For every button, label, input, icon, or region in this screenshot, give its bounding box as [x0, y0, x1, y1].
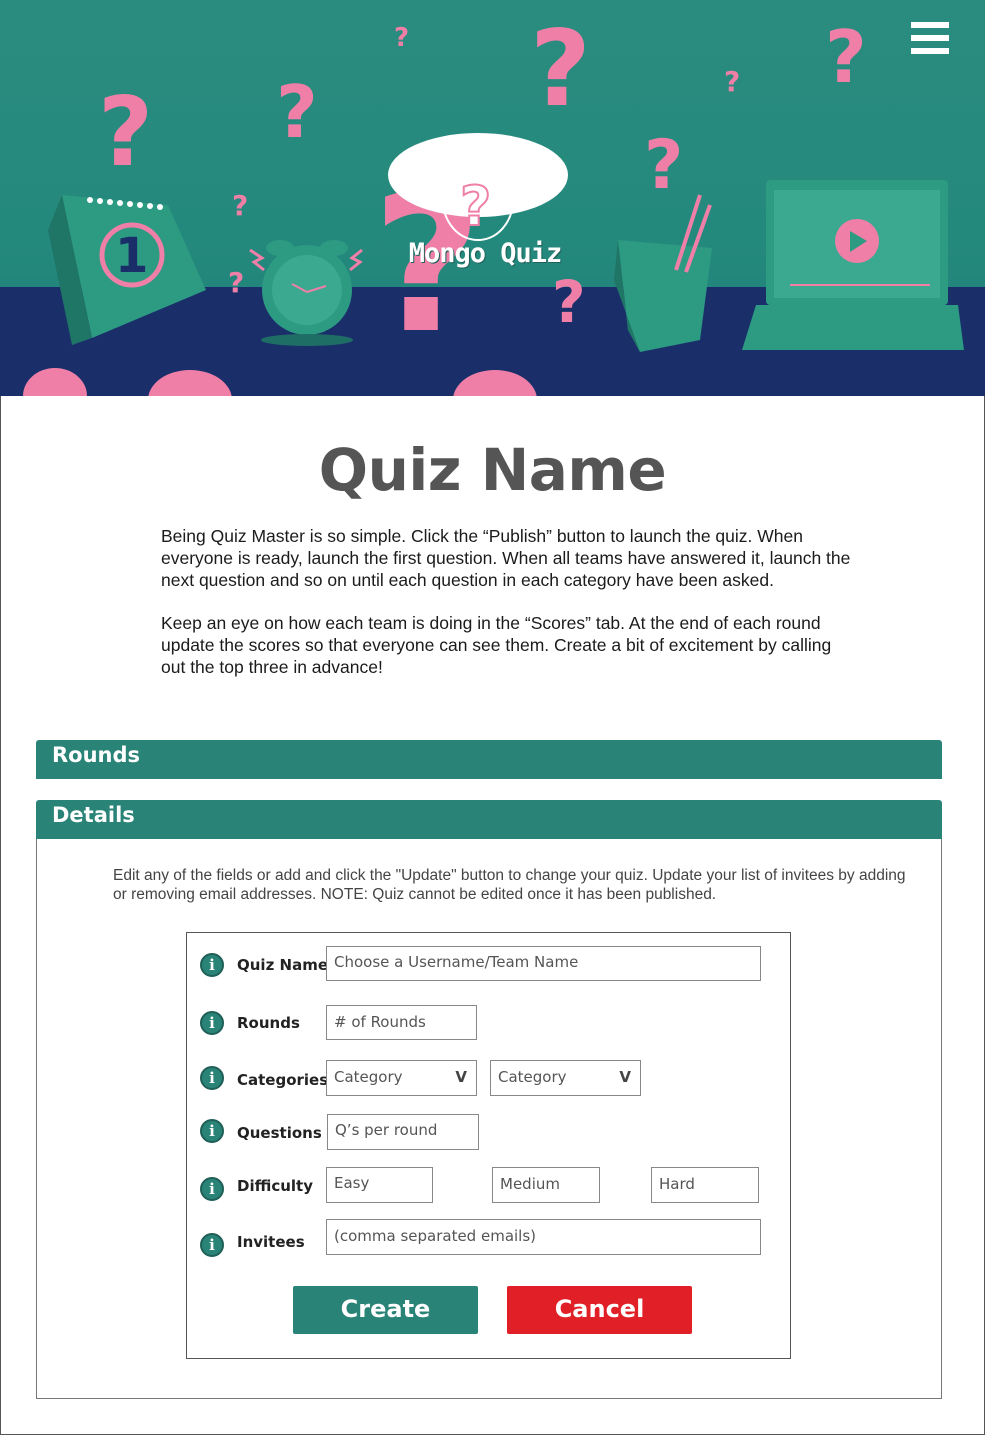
question-mark-icon: ?: [825, 15, 867, 99]
hero-banner: ? ? ? ? ? ? ? ? ? ? ? 1 ? Mongo Quiz: [0, 0, 985, 396]
category-select-value: Category: [498, 1068, 567, 1086]
rounds-label: Rounds: [237, 1014, 300, 1032]
question-mark-icon: ?: [644, 126, 683, 205]
difficulty-label: Difficulty: [237, 1177, 313, 1195]
intro-text: Being Quiz Master is so simple. Click th…: [161, 525, 851, 699]
question-mark-icon: ?: [98, 78, 153, 188]
hero-illustration: ? ? ? ? ? ? ? ? ? ? ? 1 ?: [23, 8, 964, 396]
chevron-down-icon: V: [619, 1068, 631, 1086]
info-icon[interactable]: i: [200, 1066, 224, 1090]
category-select-value: Category: [334, 1068, 403, 1086]
question-mark-icon: ?: [552, 268, 586, 336]
quiz-name-label: Quiz Name: [237, 956, 329, 974]
question-mark-icon: ?: [530, 8, 591, 130]
cancel-button[interactable]: Cancel: [507, 1286, 692, 1334]
alarm-clock-icon: [249, 240, 363, 346]
category-select-2[interactable]: Category V: [490, 1060, 641, 1096]
takeout-box-icon: [614, 194, 712, 352]
intro-paragraph: Being Quiz Master is so simple. Click th…: [161, 526, 851, 590]
page-title: Quiz Name: [318, 436, 667, 504]
info-icon[interactable]: i: [200, 1011, 224, 1035]
calendar-icon: 1: [48, 195, 206, 345]
details-section-header[interactable]: Details: [36, 800, 942, 839]
questions-label: Questions: [237, 1124, 322, 1142]
info-icon[interactable]: i: [200, 953, 224, 977]
laptop-icon: [742, 180, 964, 350]
chevron-down-icon: V: [455, 1068, 467, 1086]
categories-label: Categories: [237, 1071, 329, 1089]
details-note: Edit any of the fields or add and click …: [113, 867, 906, 903]
question-mark-icon: ?: [724, 65, 740, 98]
info-icon[interactable]: i: [200, 1233, 224, 1257]
quiz-form: [186, 932, 791, 1359]
difficulty-hard-input[interactable]: Hard: [651, 1167, 759, 1203]
hamburger-menu-icon[interactable]: [911, 22, 951, 58]
invitees-input[interactable]: (comma separated emails): [326, 1219, 761, 1255]
category-select-1[interactable]: Category V: [326, 1060, 477, 1096]
rounds-input[interactable]: # of Rounds: [326, 1005, 477, 1040]
difficulty-medium-input[interactable]: Medium: [492, 1167, 600, 1203]
svg-text:?: ?: [460, 175, 491, 238]
questions-input[interactable]: Q’s per round: [327, 1114, 479, 1150]
info-icon[interactable]: i: [200, 1119, 224, 1143]
question-mark-icon: ?: [394, 23, 409, 53]
rounds-section-header[interactable]: Rounds: [36, 740, 942, 779]
quiz-name-input[interactable]: Choose a Username/Team Name: [326, 946, 761, 981]
question-mark-icon: ?: [276, 70, 318, 154]
svg-text:1: 1: [115, 228, 148, 284]
info-icon[interactable]: i: [200, 1177, 224, 1201]
question-mark-icon: ?: [232, 189, 248, 222]
difficulty-easy-input[interactable]: Easy: [326, 1167, 433, 1203]
invitees-label: Invitees: [237, 1233, 305, 1251]
question-mark-icon: ?: [228, 266, 244, 299]
intro-paragraph: Keep an eye on how each team is doing in…: [161, 613, 832, 677]
brand-logo: Mongo Quiz: [408, 238, 563, 269]
create-button[interactable]: Create: [293, 1286, 478, 1334]
